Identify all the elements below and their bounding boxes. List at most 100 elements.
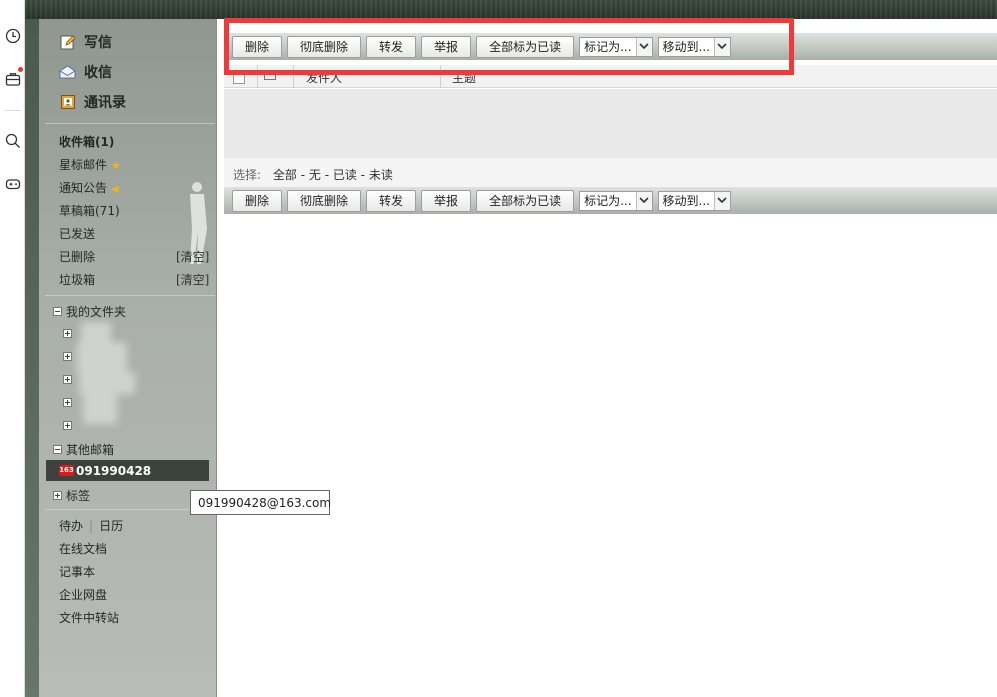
folder-drafts[interactable]: 草稿箱(71) [59, 202, 120, 219]
search-icon[interactable] [0, 130, 25, 152]
gamepad-icon[interactable] [0, 173, 25, 195]
redacted-folder-names [77, 322, 135, 427]
notification-dot [18, 67, 23, 72]
sidebar-divider [45, 295, 215, 296]
selection-bar: 选择: 全部 - 无 - 已读 - 未读 [224, 158, 997, 187]
mail-sidebar: 写信 收信 通讯录 收件箱(1) 星标邮件 ★ 通知公告 ◀ 草稿箱(71) 已… [25, 19, 217, 697]
delete-permanent-button[interactable]: 彻底删除 [287, 189, 362, 212]
expand-icon[interactable] [63, 398, 72, 407]
subject-column-header[interactable]: 主题 [452, 69, 476, 86]
file-transfer-link[interactable]: 文件中转站 [59, 609, 119, 626]
expand-icon[interactable] [63, 352, 72, 361]
contacts-link[interactable]: 通讯录 [59, 92, 126, 112]
clear-deleted-link[interactable]: [清空] [176, 248, 209, 265]
rail-divider [4, 110, 21, 111]
expand-icon[interactable] [63, 375, 72, 384]
select-unread-link[interactable]: 未读 [369, 168, 393, 182]
envelope-icon [59, 64, 76, 81]
todo-link[interactable]: 待办 [59, 519, 83, 533]
mail-163-logo: 163 [59, 465, 74, 476]
speaker-icon: ◀ [110, 184, 119, 195]
mail-list-empty-area [224, 89, 997, 158]
mark-as-select[interactable]: 标记为... [579, 190, 653, 211]
tags-node[interactable]: 标签 [53, 487, 90, 504]
my-folders-label: 我的文件夹 [66, 305, 127, 319]
chevron-down-icon [713, 191, 730, 210]
select-all-checkbox[interactable] [233, 72, 245, 84]
folder-inbox[interactable]: 收件箱(1) [59, 133, 114, 150]
move-to-value: 移动到... [662, 40, 710, 54]
folder-notice-label: 通知公告 [59, 181, 108, 195]
delete-button[interactable]: 删除 [232, 35, 283, 58]
folder-deleted[interactable]: 已删除 [59, 248, 95, 265]
mark-as-select[interactable]: 标记为... [579, 36, 653, 57]
top-toolbar: 删除 彻底删除 转发 举报 全部标为已读 标记为... 移动到... [224, 33, 997, 60]
inbox-main-link[interactable]: 收信 [59, 62, 112, 82]
folder-sent[interactable]: 已发送 [59, 225, 95, 242]
separator: - [320, 168, 333, 182]
other-mailboxes-node[interactable]: 其他邮箱 [53, 441, 114, 458]
account-163-item[interactable]: 163 091990428 [46, 460, 209, 481]
inbox-main-label: 收信 [84, 65, 112, 81]
folder-notice[interactable]: 通知公告 ◀ [59, 179, 119, 196]
chevron-down-icon [713, 37, 730, 56]
report-button[interactable]: 举报 [421, 189, 472, 212]
delete-permanent-button[interactable]: 彻底删除 [287, 35, 362, 58]
bottom-toolbar: 删除 彻底删除 转发 举报 全部标为已读 标记为... 移动到... [224, 187, 997, 214]
header-banner [25, 0, 997, 19]
history-icon[interactable] [0, 25, 25, 47]
chevron-down-icon [635, 37, 652, 56]
select-read-link[interactable]: 已读 [333, 168, 357, 182]
forward-button[interactable]: 转发 [366, 189, 417, 212]
clear-junk-link[interactable]: [清空] [176, 271, 209, 288]
account-tooltip: 091990428@163.com [190, 490, 331, 515]
sidebar-divider [45, 123, 215, 124]
tags-label: 标签 [66, 489, 91, 503]
compose-link[interactable]: 写信 [59, 32, 112, 52]
star-icon: ★ [110, 159, 121, 172]
selection-label: 选择: [233, 168, 262, 182]
expand-icon[interactable] [63, 421, 72, 430]
folder-starred[interactable]: 星标邮件 ★ [59, 156, 121, 173]
separator: - [296, 168, 309, 182]
select-all-link[interactable]: 全部 [273, 168, 297, 182]
delete-button[interactable]: 删除 [232, 189, 283, 212]
my-folders-node[interactable]: 我的文件夹 [53, 303, 126, 320]
chevron-down-icon [635, 191, 652, 210]
account-label: 091990428 [76, 463, 152, 478]
collapse-icon[interactable] [53, 445, 62, 454]
move-to-select[interactable]: 移动到... [657, 190, 731, 211]
calendar-link[interactable]: 日历 [99, 519, 123, 533]
expand-icon[interactable] [63, 329, 72, 338]
mark-all-read-button[interactable]: 全部标为已读 [476, 35, 575, 58]
sidebar-edge-strip [25, 19, 39, 697]
enterprise-drive-link[interactable]: 企业网盘 [59, 586, 107, 603]
mark-all-read-button[interactable]: 全部标为已读 [476, 189, 575, 212]
mark-as-value: 标记为... [584, 194, 632, 208]
notebook-link[interactable]: 记事本 [59, 563, 95, 580]
compose-label: 写信 [84, 35, 112, 51]
move-to-value: 移动到... [662, 194, 710, 208]
folder-junk[interactable]: 垃圾箱 [59, 271, 95, 288]
pencil-icon [59, 34, 76, 51]
mail-app-window: 写信 收信 通讯录 收件箱(1) 星标邮件 ★ 通知公告 ◀ 草稿箱(71) 已… [0, 0, 997, 697]
online-docs-link[interactable]: 在线文档 [59, 540, 107, 557]
forward-button[interactable]: 转发 [366, 35, 417, 58]
other-mailboxes-label: 其他邮箱 [66, 443, 115, 457]
sender-column-header[interactable]: 发件人 [306, 69, 342, 86]
contacts-label: 通讯录 [84, 95, 126, 111]
move-to-select[interactable]: 移动到... [657, 36, 731, 57]
expand-icon[interactable] [53, 491, 62, 500]
address-book-icon [59, 94, 76, 111]
report-button[interactable]: 举报 [421, 35, 472, 58]
todo-calendar-row: 待办 | 日历 [59, 519, 124, 533]
separator: - [356, 168, 369, 182]
briefcase-icon[interactable] [0, 67, 25, 90]
folder-starred-label: 星标邮件 [59, 158, 108, 172]
browser-side-rail [0, 0, 25, 697]
collapse-icon[interactable] [53, 307, 62, 316]
mark-as-value: 标记为... [584, 40, 632, 54]
read-status-icon [264, 71, 276, 80]
mail-list-header: 发件人 主题 [224, 65, 997, 88]
select-none-link[interactable]: 无 [309, 168, 321, 182]
